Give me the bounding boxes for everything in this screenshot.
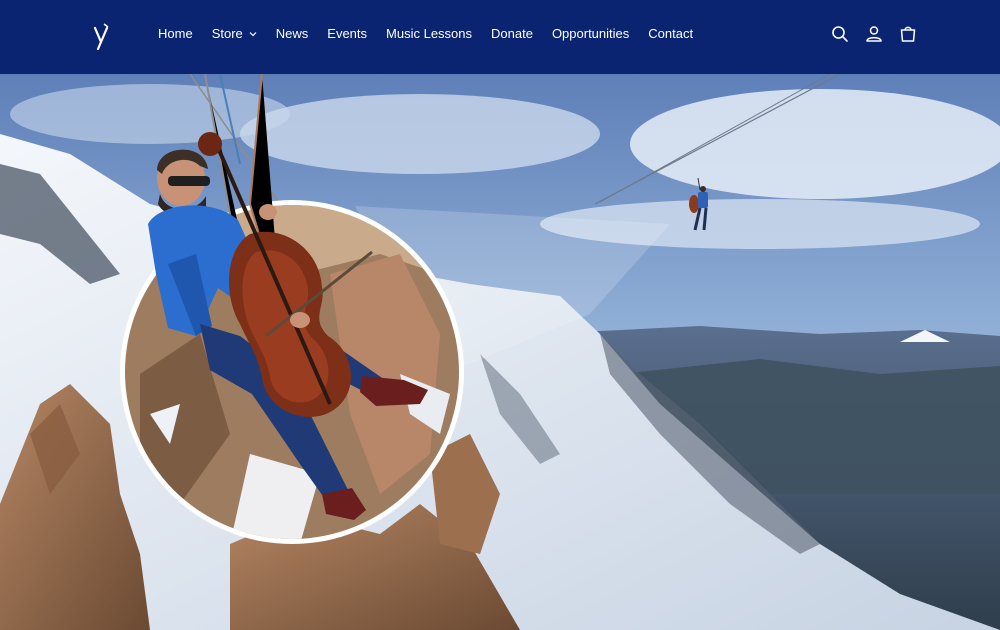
header-icons — [816, 24, 918, 44]
nav-music-lessons-label: Music Lessons — [386, 26, 473, 41]
nav-donate[interactable]: Donate — [491, 25, 533, 43]
nav-events[interactable]: Events — [327, 25, 367, 43]
nav-music-lessons[interactable]: Music Lessons — [386, 25, 472, 43]
site-header: Home Store News Events Music Lessons Don… — [0, 0, 1000, 74]
search-icon[interactable] — [830, 24, 850, 44]
nav-news-label: News — [275, 26, 309, 41]
account-icon[interactable] — [864, 24, 884, 44]
nav-contact-label: Contact — [648, 26, 694, 41]
cart-icon[interactable] — [898, 24, 918, 44]
nav-opportunities[interactable]: Opportunities — [552, 25, 629, 43]
nav-store[interactable]: Store — [212, 25, 257, 43]
nav-donate-label: Donate — [491, 26, 533, 41]
nav-home-label: Home — [158, 26, 193, 41]
nav-store-label: Store — [211, 26, 243, 41]
nav-opportunities-label: Opportunities — [551, 26, 630, 41]
nav-events-label: Events — [327, 26, 368, 41]
logo-icon[interactable] — [92, 22, 112, 51]
hero-image — [0, 74, 1000, 630]
main-nav: Home Store News Events Music Lessons Don… — [158, 25, 712, 43]
chevron-down-icon — [249, 32, 257, 37]
nav-home[interactable]: Home — [158, 25, 193, 43]
nav-news[interactable]: News — [276, 25, 309, 43]
nav-contact[interactable]: Contact — [648, 25, 693, 43]
